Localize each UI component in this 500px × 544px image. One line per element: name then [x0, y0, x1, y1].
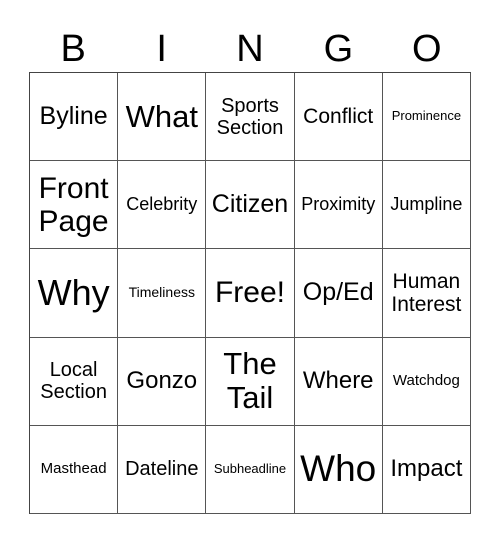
bingo-cell[interactable]: Conflict	[294, 73, 383, 162]
bingo-cell[interactable]: Free!	[206, 249, 295, 338]
bingo-cell[interactable]: What	[118, 73, 207, 162]
bingo-cell[interactable]: Human Interest	[382, 249, 471, 338]
bingo-cell-label: Human Interest	[391, 269, 462, 316]
bingo-cell-label: Watchdog	[392, 371, 460, 389]
bingo-cell[interactable]: Celebrity	[118, 161, 207, 250]
bingo-cell-label: Sports Section	[216, 94, 284, 139]
bingo-cell[interactable]: Local Section	[30, 337, 119, 426]
bingo-cell[interactable]: Sports Section	[206, 73, 295, 162]
bingo-cell[interactable]: Byline	[30, 73, 119, 162]
bingo-cell-label: Free!	[214, 276, 285, 310]
bingo-cell[interactable]: Proximity	[294, 161, 383, 250]
bingo-grid: Byline What Sports Section Conflict Prominen…	[29, 72, 471, 514]
bingo-cell-label: Front Page	[38, 171, 109, 238]
bingo-cell-label: What	[125, 98, 198, 134]
bingo-cell-label: Timeliness	[128, 284, 195, 301]
header-letter-g: G	[323, 28, 354, 70]
header-letter-i: I	[156, 28, 167, 70]
bingo-cell[interactable]: Timeliness	[118, 249, 207, 338]
bingo-cell-label: Why	[37, 272, 110, 314]
bingo-cell-label: Conflict	[303, 105, 374, 129]
bingo-cell[interactable]: Front Page	[30, 161, 119, 250]
bingo-cell[interactable]: Subheadline	[206, 425, 295, 514]
bingo-cell-label: Op/Ed	[302, 278, 374, 307]
bingo-cell-label: Byline	[39, 101, 108, 130]
bingo-cell[interactable]: Impact	[382, 425, 471, 514]
bingo-cell[interactable]: Who	[294, 425, 383, 514]
bingo-cell-label: Masthead	[40, 460, 107, 478]
bingo-cell-label: Impact	[390, 455, 463, 483]
bingo-header: B I N G O	[29, 26, 471, 72]
bingo-cell-label: The Tail	[223, 346, 277, 416]
bingo-cell[interactable]: Masthead	[30, 425, 119, 514]
bingo-cell-label: Where	[302, 367, 374, 394]
bingo-cell[interactable]: Dateline	[118, 425, 207, 514]
bingo-cell[interactable]: The Tail	[206, 337, 295, 426]
header-letter-n: N	[236, 28, 264, 70]
bingo-cell[interactable]: Prominence	[382, 73, 471, 162]
bingo-cell-label: Proximity	[301, 193, 376, 214]
bingo-cell[interactable]: Jumpline	[382, 161, 471, 250]
bingo-cell[interactable]: Why	[30, 249, 119, 338]
bingo-cell[interactable]: Watchdog	[382, 337, 471, 426]
bingo-cell[interactable]: Gonzo	[118, 337, 207, 426]
bingo-cell[interactable]: Citizen	[206, 161, 295, 250]
bingo-cell-label: Gonzo	[126, 367, 198, 394]
bingo-cell-label: Local Section	[40, 359, 107, 404]
bingo-cell-label: Dateline	[125, 458, 199, 481]
bingo-cell-label: Celebrity	[126, 193, 198, 214]
bingo-cell-label: Citizen	[211, 190, 289, 219]
bingo-cell[interactable]: Where	[294, 337, 383, 426]
bingo-cell-label: Jumpline	[390, 193, 463, 214]
header-letter-b: B	[60, 28, 86, 70]
header-letter-o: O	[412, 28, 442, 70]
bingo-cell-label: Subheadline	[213, 461, 287, 477]
bingo-cell[interactable]: Op/Ed	[294, 249, 383, 338]
bingo-cell-label: Who	[300, 448, 377, 490]
bingo-cell-label: Prominence	[391, 108, 462, 124]
